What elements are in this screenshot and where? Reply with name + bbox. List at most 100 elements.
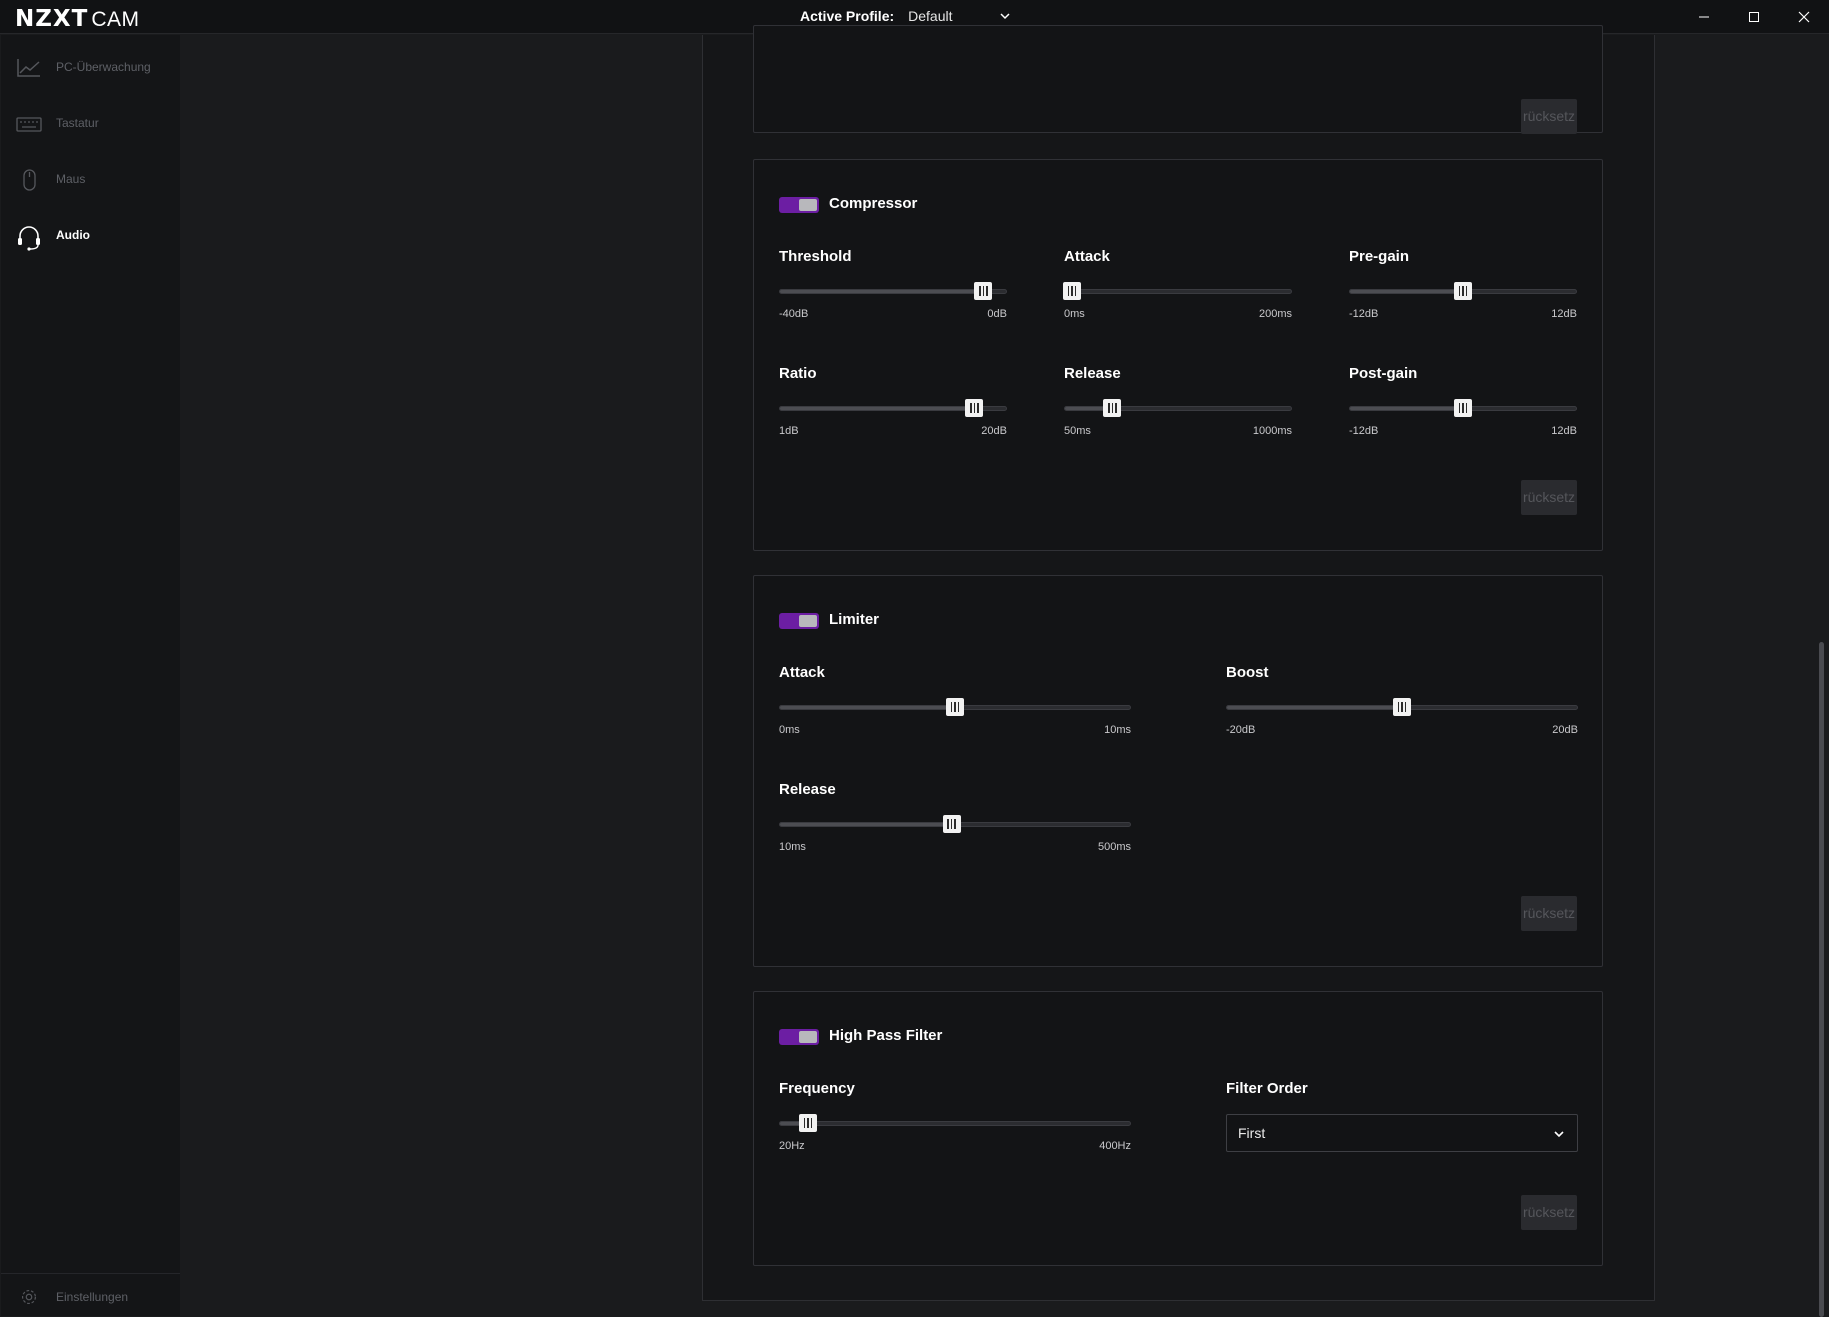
slider-thumb[interactable] <box>799 1114 817 1132</box>
slider-min-label: -20dB <box>1226 724 1256 736</box>
reset-button[interactable]: rücksetz <box>1521 896 1577 931</box>
slider-track[interactable] <box>1349 282 1577 300</box>
slider-max-label: 0dB <box>987 308 1007 320</box>
chart-line-icon <box>17 59 40 77</box>
sidebar-item-mouse[interactable]: Maus <box>1 159 180 199</box>
sidebar-item-label: Maus <box>56 172 86 186</box>
slider-max-label: 20dB <box>981 425 1007 437</box>
slider-thumb[interactable] <box>1454 282 1472 300</box>
toggle-knob <box>799 1031 817 1043</box>
slider-thumb[interactable] <box>1103 399 1122 417</box>
slider-thumb[interactable] <box>965 399 984 417</box>
slider-max-label: 10ms <box>1104 724 1131 736</box>
card-compressor: Compressor Threshold -40dB 0dB Attack 0m… <box>753 159 1603 551</box>
card-limiter: Limiter Attack 0ms 10ms Boost -20dB 20dB… <box>753 575 1603 967</box>
slider-track[interactable] <box>1062 282 1292 300</box>
slider-max-label: 20dB <box>1552 724 1578 736</box>
minimize-icon <box>1699 16 1709 18</box>
highpass-toggle[interactable] <box>779 1029 819 1045</box>
compressor-title: Compressor <box>829 195 918 212</box>
slider-min-label: 0ms <box>1064 308 1085 320</box>
slider-track[interactable] <box>779 282 1007 300</box>
slider-label: Release <box>1064 365 1121 382</box>
maximize-icon <box>1749 12 1759 22</box>
slider-fill <box>1350 407 1463 410</box>
slider-track[interactable] <box>1349 399 1577 417</box>
sidebar-item-keyboard[interactable]: Tastatur <box>1 103 180 143</box>
filter-order-value: First <box>1238 1125 1266 1141</box>
slider-thumb[interactable] <box>1454 399 1472 417</box>
slider-min-label: -40dB <box>779 308 809 320</box>
app-logo: NZXT CAM <box>15 6 140 32</box>
slider-track[interactable] <box>779 815 1131 833</box>
slider-label: Attack <box>1064 248 1110 265</box>
slider-track[interactable] <box>779 1114 1131 1132</box>
filter-order-label: Filter Order <box>1226 1080 1308 1097</box>
slider-fill <box>1227 706 1402 709</box>
slider-thumb[interactable] <box>1062 282 1081 300</box>
slider-min-label: -12dB <box>1349 425 1379 437</box>
sidebar-item-pc-monitoring[interactable]: PC-Überwachung <box>1 47 180 87</box>
minimize-button[interactable] <box>1679 0 1729 34</box>
compressor-toggle[interactable] <box>779 197 819 213</box>
highpass-title: High Pass Filter <box>829 1027 943 1044</box>
toggle-knob <box>799 615 817 627</box>
slider-thumb[interactable] <box>942 815 961 833</box>
profile-selector[interactable]: Active Profile: Default <box>800 8 1012 24</box>
limiter-title: Limiter <box>829 611 880 628</box>
chevron-down-icon[interactable] <box>998 9 1012 23</box>
slider-fill <box>780 706 955 709</box>
card-high-pass-filter: High Pass Filter Frequency 20Hz 400Hz Fi… <box>753 991 1603 1266</box>
slider-thumb[interactable] <box>974 282 993 300</box>
slider-min-label: 10ms <box>779 841 806 853</box>
slider-track[interactable] <box>779 698 1131 716</box>
vertical-scrollbar[interactable] <box>1815 35 1828 1317</box>
card-previous-effect: rücksetz <box>753 25 1603 134</box>
slider-max-label: 500ms <box>1097 841 1131 853</box>
slider-thumb[interactable] <box>1393 698 1411 716</box>
slider-max-label: 12dB <box>1551 308 1577 320</box>
sidebar-item-label: PC-Überwachung <box>56 60 151 74</box>
slider-min-label: 1dB <box>779 425 799 437</box>
chevron-down-icon <box>1554 1131 1564 1138</box>
slider-track[interactable] <box>779 399 1007 417</box>
slider-label: Pre-gain <box>1349 248 1410 265</box>
logo-cam: CAM <box>91 8 140 31</box>
slider-fill <box>780 290 984 293</box>
reset-button[interactable]: rücksetz <box>1521 99 1577 134</box>
gear-icon <box>21 1289 37 1305</box>
scrollbar-thumb[interactable] <box>1819 642 1824 1317</box>
slider-min-label: 0ms <box>779 724 800 736</box>
profile-value[interactable]: Default <box>908 8 998 24</box>
slider-max-label: 200ms <box>1258 308 1292 320</box>
sidebar-divider <box>1 1273 180 1274</box>
reset-button[interactable]: rücksetz <box>1521 1195 1577 1230</box>
sidebar-item-label: Einstellungen <box>56 1290 129 1304</box>
slider-fill <box>780 823 952 826</box>
main-content: rücksetz Compressor Threshold -40dB 0dB … <box>180 25 1810 1317</box>
slider-min-label: 50ms <box>1064 425 1091 437</box>
limiter-toggle[interactable] <box>779 613 819 629</box>
slider-max-label: 400Hz <box>1099 1140 1131 1152</box>
maximize-button[interactable] <box>1729 0 1779 34</box>
slider-track[interactable] <box>1064 399 1292 417</box>
sidebar-item-label: Tastatur <box>56 116 99 130</box>
profile-label: Active Profile: <box>800 8 895 24</box>
slider-label: Ratio <box>779 365 817 382</box>
sidebar-item-audio[interactable]: Audio <box>1 215 180 255</box>
slider-fill <box>780 407 975 410</box>
sidebar-item-settings[interactable]: Einstellungen <box>1 1277 180 1317</box>
reset-button[interactable]: rücksetz <box>1521 480 1577 515</box>
slider-max-label: 12dB <box>1551 425 1577 437</box>
slider-label: Frequency <box>779 1080 855 1097</box>
sidebar-item-label: Audio <box>56 228 90 242</box>
close-button[interactable] <box>1779 0 1829 34</box>
slider-min-label: -12dB <box>1349 308 1379 320</box>
slider-fill <box>1350 290 1463 293</box>
mouse-icon <box>23 169 36 191</box>
slider-thumb[interactable] <box>946 698 964 716</box>
filter-order-select[interactable]: First <box>1226 1114 1578 1152</box>
keyboard-icon <box>16 117 42 132</box>
slider-track[interactable] <box>1226 698 1578 716</box>
logo-nzxt: NZXT <box>15 6 89 32</box>
